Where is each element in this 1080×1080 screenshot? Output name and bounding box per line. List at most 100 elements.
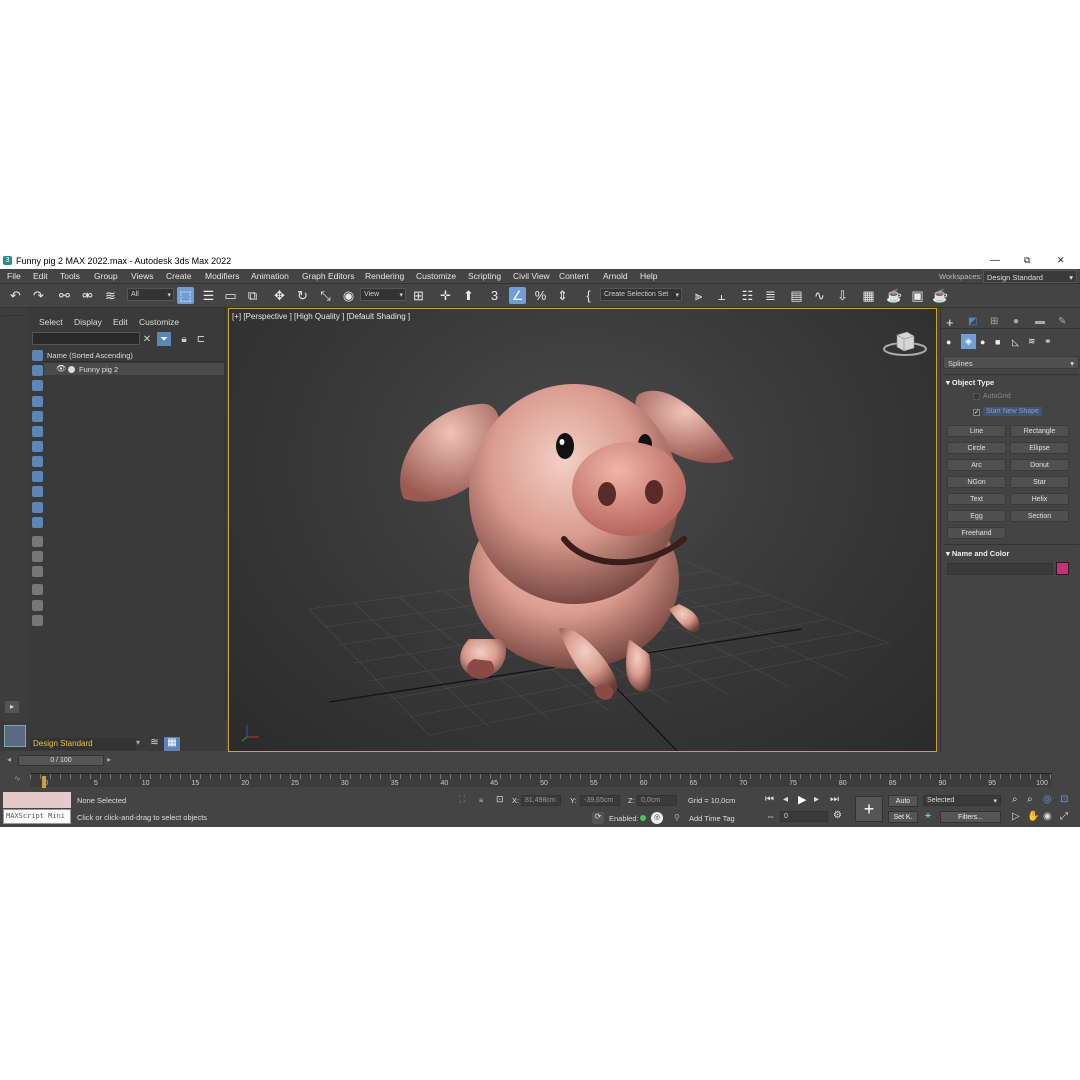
rectangular-selection-icon[interactable]: ▭ xyxy=(222,287,239,304)
window-crossing-icon[interactable]: ⧉ xyxy=(244,287,261,304)
selection-filter-dropdown[interactable]: All ▾ xyxy=(127,288,174,301)
donut-button[interactable]: Donut xyxy=(1010,459,1069,471)
reference-coordinate-dropdown[interactable]: View ▾ xyxy=(360,288,406,301)
set-key-button[interactable]: Set K. xyxy=(888,811,918,823)
motion-tab-icon[interactable]: ● xyxy=(1013,316,1019,327)
undo-icon[interactable]: ↶ xyxy=(7,287,24,304)
next-frame-button-icon[interactable]: ▸ xyxy=(814,794,819,805)
curve-editor-mini-icon[interactable]: ∿ xyxy=(14,774,21,783)
start-new-shape-checkbox[interactable]: ✓ xyxy=(973,409,980,416)
mirror-icon[interactable]: ⫸ xyxy=(690,287,707,304)
go-to-start-icon[interactable]: ⏮ xyxy=(765,794,774,805)
menu-create[interactable]: Create xyxy=(166,271,192,281)
zoom-extents-icon[interactable]: ◎ xyxy=(1043,794,1052,805)
move-icon[interactable]: ✥ xyxy=(271,287,288,304)
next-frame-icon[interactable]: ▸ xyxy=(107,755,111,764)
toggle-scene-explorer-icon[interactable]: ☷ xyxy=(739,287,756,304)
display-hidden-icon[interactable] xyxy=(32,517,43,528)
display-xrefs-icon[interactable] xyxy=(32,456,43,467)
lock-icon[interactable]: 🔒︎ xyxy=(177,332,191,346)
field-of-view-icon[interactable]: ▷ xyxy=(1012,811,1020,822)
zoom-icon[interactable]: ⌕ xyxy=(1012,794,1018,805)
display-geometry-icon[interactable] xyxy=(32,350,43,361)
text-button[interactable]: Text xyxy=(947,493,1006,505)
arc-button[interactable]: Arc xyxy=(947,459,1006,471)
material-editor-icon[interactable]: ▦ xyxy=(860,287,877,304)
menu-arnold[interactable]: Arnold xyxy=(603,271,628,281)
maximize-button[interactable]: ⧉ xyxy=(1024,255,1030,266)
align-icon[interactable]: ⫠ xyxy=(713,287,730,304)
pan-view-icon[interactable]: ✋ xyxy=(1027,811,1039,822)
display-cameras-icon[interactable] xyxy=(32,396,43,407)
menu-customize[interactable]: Customize xyxy=(416,271,456,281)
menu-tools[interactable]: Tools xyxy=(60,271,80,281)
chevron-down-icon[interactable]: ▾ xyxy=(136,738,140,747)
play-icon[interactable]: ▶ xyxy=(798,793,806,806)
scale-icon[interactable]: ⤡ xyxy=(317,287,334,304)
column-header-name[interactable]: Name (Sorted Ascending) xyxy=(44,349,224,362)
angle-snap-icon[interactable]: ∠ xyxy=(509,287,526,304)
bind-space-warp-icon[interactable]: ≋ xyxy=(102,287,119,304)
schematic-view-icon[interactable]: ⇩ xyxy=(834,287,851,304)
time-cursor[interactable] xyxy=(42,776,46,788)
tab-select[interactable]: Select xyxy=(39,317,63,327)
star-button[interactable]: Star xyxy=(1010,476,1069,488)
workspace-selector[interactable]: Design Standard xyxy=(30,738,136,750)
helix-button[interactable]: Helix xyxy=(1010,493,1069,505)
select-by-name-icon[interactable]: ☰ xyxy=(200,287,217,304)
time-slider[interactable]: 0 / 100 xyxy=(18,755,104,766)
expand-arrow-icon[interactable]: ▸ xyxy=(5,701,19,713)
cameras-icon[interactable]: ■ xyxy=(995,337,1000,347)
display-tab-icon[interactable]: ▬ xyxy=(1035,316,1045,327)
scene-search-input[interactable] xyxy=(32,332,140,345)
modify-tab-icon[interactable]: ◩ xyxy=(968,316,977,327)
key-filters-button[interactable]: Filters... xyxy=(940,811,1001,823)
percent-snap-icon[interactable]: % xyxy=(532,287,549,304)
named-selection-sets-dropdown[interactable]: Create Selection Set ▾ xyxy=(600,288,682,301)
space-warps-icon[interactable]: ≋ xyxy=(1028,336,1036,347)
menu-modifiers[interactable]: Modifiers xyxy=(205,271,239,281)
keyboard-shortcut-override-icon[interactable]: ⬆ xyxy=(460,287,477,304)
listener-output-field[interactable] xyxy=(3,792,71,808)
filter-icon[interactable]: ⏷ xyxy=(157,332,171,346)
select-object-icon[interactable]: ⬚ xyxy=(177,287,194,304)
close-button[interactable]: ✕ xyxy=(1057,255,1065,266)
systems-icon[interactable]: ⚭ xyxy=(1044,336,1052,347)
menu-help[interactable]: Help xyxy=(640,271,657,281)
menu-rendering[interactable]: Rendering xyxy=(365,271,404,281)
object-name-input[interactable] xyxy=(947,563,1053,575)
display-all-icon[interactable] xyxy=(32,536,43,547)
helpers-icon[interactable]: ◺ xyxy=(1012,337,1019,348)
select-manipulate-icon[interactable]: ✛ xyxy=(437,287,454,304)
visibility-eye-icon[interactable]: 👁︎ xyxy=(56,364,66,373)
ellipse-button[interactable]: Ellipse xyxy=(1010,442,1069,454)
rendered-frame-window-icon[interactable]: ▣ xyxy=(909,287,926,304)
x-coordinate-field[interactable]: 81,498cm xyxy=(521,795,561,806)
add-time-tag[interactable]: Add Time Tag xyxy=(689,814,735,823)
auto-key-button[interactable]: Auto xyxy=(888,795,918,807)
menu-scripting[interactable]: Scripting xyxy=(468,271,501,281)
display-shapes-icon[interactable] xyxy=(32,365,43,376)
selection-lock-icon[interactable]: 🔒︎ xyxy=(479,795,483,805)
viewcube-icon[interactable] xyxy=(881,327,929,359)
workspaces-dropdown[interactable]: Design Standard ▾ xyxy=(983,270,1077,283)
category-dropdown[interactable]: Splines ▾ xyxy=(943,356,1079,369)
tab-edit[interactable]: Edit xyxy=(113,317,128,327)
menu-graph-editors[interactable]: Graph Editors xyxy=(302,271,354,281)
z-coordinate-field[interactable]: 0,0cm xyxy=(637,795,677,806)
current-frame-spinner[interactable]: 0 xyxy=(780,811,828,822)
table-row[interactable]: 👁︎ Funny pig 2 xyxy=(44,363,224,375)
y-coordinate-field[interactable]: -39,65cm xyxy=(580,795,620,806)
filter-funnel-icon[interactable] xyxy=(32,600,43,611)
key-filter-selection-dropdown[interactable]: Selected ▾ xyxy=(923,795,1001,806)
isolate-selection-icon[interactable]: ⛶ xyxy=(459,794,465,805)
display-helpers-icon[interactable] xyxy=(32,411,43,422)
key-mode-icon[interactable]: ⚹ xyxy=(925,810,931,821)
orbit-icon[interactable]: ◉ xyxy=(1043,811,1052,822)
render-setup-icon[interactable]: ☕ xyxy=(886,287,903,304)
display-bones-icon[interactable] xyxy=(32,471,43,482)
toggle-layer-explorer-icon[interactable]: ≣ xyxy=(762,287,779,304)
render-production-icon[interactable]: ☕ xyxy=(932,287,949,304)
scene-explorer-toggle-icon[interactable]: ▦ xyxy=(164,737,180,751)
display-lights-icon[interactable] xyxy=(32,380,43,391)
